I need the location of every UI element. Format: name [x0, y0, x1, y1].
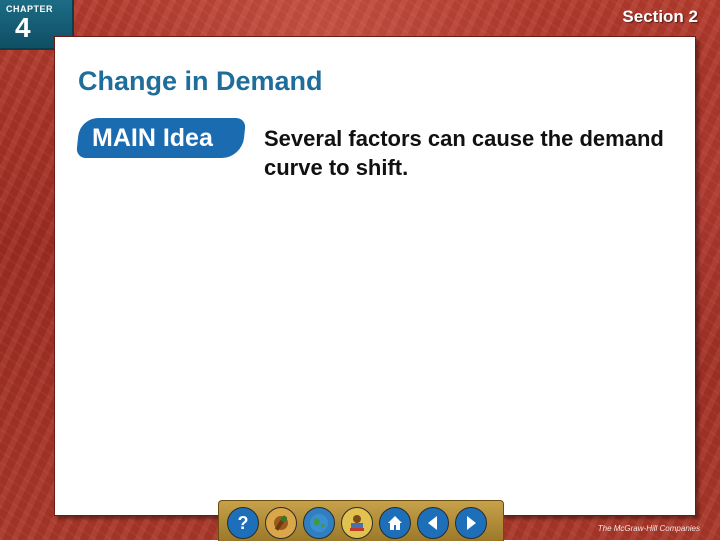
publisher-text: The McGraw-Hill Companies [597, 524, 700, 533]
arrow-right-icon [467, 516, 476, 530]
publisher-logo: The McGraw-Hill Companies [550, 524, 700, 538]
svg-text:?: ? [238, 513, 249, 533]
previous-button[interactable] [417, 507, 449, 539]
home-button[interactable] [379, 507, 411, 539]
globe-icon [310, 514, 328, 532]
navigation-bar: ? [218, 500, 504, 541]
next-button[interactable] [455, 507, 487, 539]
tools-button[interactable] [265, 507, 297, 539]
help-button[interactable]: ? [227, 507, 259, 539]
arrow-left-icon [428, 516, 437, 530]
slide-content-panel [54, 36, 696, 516]
main-idea-badge-label: MAIN Idea [92, 124, 213, 152]
slide-title: Change in Demand [78, 66, 323, 96]
chapter-number: 4 [15, 12, 31, 43]
main-idea-badge: MAIN Idea [75, 118, 247, 158]
tools-icon [274, 515, 288, 531]
resources-icon [350, 515, 364, 531]
globe-button[interactable] [303, 507, 335, 539]
section-label: Section 2 [622, 7, 698, 26]
home-icon [388, 516, 402, 530]
resources-button[interactable] [341, 507, 373, 539]
question-mark-icon: ? [238, 513, 249, 533]
main-idea-text: Several factors can cause the demand cur… [264, 126, 664, 180]
